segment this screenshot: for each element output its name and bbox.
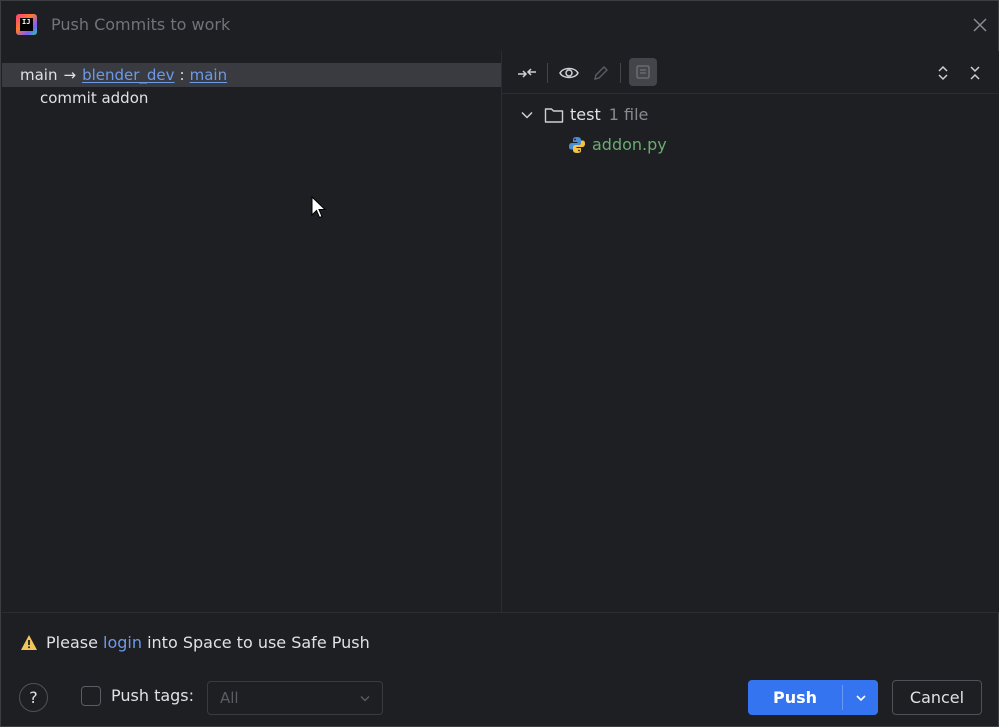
- expand-all-button[interactable]: [930, 60, 956, 86]
- safe-push-warning: Please login into Space to use Safe Push: [20, 633, 370, 652]
- pencil-icon: [594, 66, 608, 80]
- expand-all-icon: [938, 65, 948, 81]
- title-bar: IJ Push Commits to work: [1, 1, 999, 51]
- toolbar-separator: [620, 63, 621, 83]
- push-tags-checkbox[interactable]: [81, 686, 101, 706]
- collapse-changes-button[interactable]: [514, 60, 540, 86]
- help-button[interactable]: ?: [19, 683, 48, 712]
- push-options-dropdown[interactable]: [843, 680, 878, 715]
- changes-panel: test 1 file addon.py: [502, 51, 999, 612]
- chevron-down-icon: [360, 696, 370, 702]
- collapse-all-icon: [970, 66, 980, 80]
- folder-icon: [544, 107, 564, 123]
- push-tags-label[interactable]: Push tags:: [111, 686, 194, 705]
- commits-panel: main → blender_dev : main commit addon: [2, 51, 501, 612]
- mouse-cursor-icon: [311, 195, 327, 220]
- warning-icon: [21, 635, 37, 650]
- intellij-logo-icon: IJ: [16, 14, 37, 35]
- push-tags-selected-value: All: [220, 689, 239, 707]
- chevron-down-icon[interactable]: [520, 108, 534, 122]
- commit-item[interactable]: commit addon: [40, 89, 148, 107]
- tree-file-node[interactable]: addon.py: [568, 135, 667, 154]
- dialog-title: Push Commits to work: [51, 15, 231, 34]
- toolbar-separator: [547, 63, 548, 83]
- merge-arrows-icon: [518, 68, 536, 78]
- chevron-down-icon: [855, 694, 866, 701]
- warning-text-prefix: Please: [46, 633, 104, 652]
- python-file-icon: [569, 136, 585, 153]
- login-link[interactable]: login: [103, 633, 142, 652]
- push-arrow-glyph: →: [63, 66, 77, 84]
- remote-name-link[interactable]: blender_dev: [82, 66, 174, 84]
- show-diff-button[interactable]: [556, 60, 582, 86]
- local-branch: main: [20, 66, 58, 84]
- collapse-all-button[interactable]: [962, 60, 988, 86]
- changes-toolbar: [502, 51, 999, 94]
- eye-icon: [559, 67, 579, 79]
- preview-icon: [636, 65, 650, 79]
- close-icon[interactable]: [970, 15, 990, 35]
- group-by-button[interactable]: [629, 58, 657, 86]
- cancel-button[interactable]: Cancel: [892, 680, 982, 715]
- remote-branch-link[interactable]: main: [190, 66, 227, 84]
- branch-separator: :: [179, 66, 185, 84]
- branch-push-row[interactable]: main → blender_dev : main: [2, 63, 501, 87]
- push-tags-select: All: [207, 681, 383, 715]
- file-name: addon.py: [592, 135, 667, 154]
- help-icon: ?: [29, 688, 38, 707]
- push-split-button: Push: [748, 680, 878, 715]
- tree-folder-node[interactable]: test 1 file: [520, 105, 648, 124]
- edit-source-button[interactable]: [588, 60, 614, 86]
- push-commits-dialog: IJ Push Commits to work main → blender_d…: [0, 0, 999, 727]
- push-button[interactable]: Push: [748, 680, 842, 715]
- folder-name: test: [570, 105, 601, 124]
- warning-text-suffix: into Space to use Safe Push: [142, 633, 370, 652]
- footer-divider: [2, 612, 999, 613]
- folder-file-count: 1 file: [608, 105, 649, 124]
